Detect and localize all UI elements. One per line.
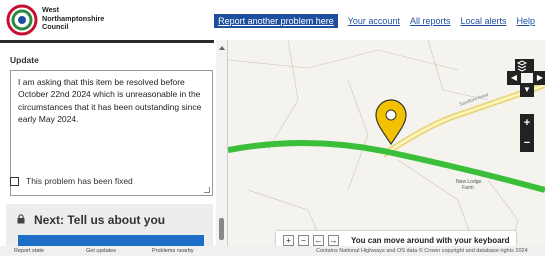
zoom-out-button[interactable]: − — [520, 134, 534, 152]
next-step-box: Next: Tell us about you — [6, 204, 213, 246]
sidebar-top-divider — [0, 40, 214, 43]
next-step-heading: Next: Tell us about you — [34, 213, 166, 227]
site-header: West Northamptonshire Council Report ano… — [0, 0, 545, 40]
problem-fixed-row[interactable]: This problem has been fixed — [10, 175, 133, 187]
council-name[interactable]: West Northamptonshire Council — [42, 5, 162, 32]
continue-button[interactable] — [18, 235, 204, 246]
report-state-link[interactable]: Report state — [14, 248, 44, 254]
map-pin-icon[interactable] — [375, 99, 407, 146]
keyboard-hint-text: You can move around with your keyboard — [351, 235, 510, 245]
key-left-icon: ← — [313, 234, 324, 246]
pan-down-button[interactable]: ▼ — [520, 83, 534, 97]
problem-fixed-label[interactable]: This problem has been fixed — [26, 176, 133, 186]
scroll-up-arrow-icon[interactable] — [219, 46, 225, 50]
help-link[interactable]: Help — [516, 16, 535, 26]
pan-left-button[interactable]: ◀ — [507, 71, 521, 85]
sidebar-panel: Update I am asking that this item be res… — [0, 40, 228, 246]
pan-right-button[interactable]: ▶ — [533, 71, 545, 85]
scroll-thumb[interactable] — [219, 218, 224, 240]
route-line — [228, 139, 545, 193]
report-another-problem-link[interactable]: Report another problem here — [214, 14, 338, 28]
problems-nearby-link[interactable]: Problems nearby — [152, 248, 194, 254]
map-view[interactable]: New Lodge Farm Sandford Road ▲ ◀ ▶ ▼ + − — [228, 40, 545, 256]
lock-icon — [17, 214, 25, 224]
zoom-in-button[interactable]: + — [520, 114, 534, 132]
bottom-bar: Report state Get updates Problems nearby… — [0, 246, 545, 256]
page: West Northamptonshire Council Report ano… — [0, 0, 545, 256]
key-right-icon: → — [328, 234, 339, 246]
layers-icon[interactable] — [515, 59, 529, 73]
place-label-line-2: Farm — [462, 185, 474, 191]
council-name-line-3: Council — [42, 22, 69, 32]
problem-fixed-checkbox[interactable] — [10, 176, 19, 186]
zoom-controls: + − — [520, 114, 534, 152]
key-plus-icon: + — [283, 234, 294, 246]
resize-grip-icon[interactable] — [204, 187, 210, 193]
your-account-link[interactable]: Your account — [348, 16, 400, 26]
map-attribution: Contains National Highways and OS data ©… — [316, 248, 528, 254]
get-updates-link[interactable]: Get updates — [86, 248, 116, 254]
key-minus-icon: − — [298, 234, 309, 246]
local-alerts-link[interactable]: Local alerts — [460, 16, 506, 26]
council-logo-icon[interactable] — [6, 4, 38, 36]
all-reports-link[interactable]: All reports — [410, 16, 451, 26]
main-nav: Report another problem here Your account… — [214, 13, 545, 29]
map-canvas[interactable]: New Lodge Farm Sandford Road — [228, 40, 545, 256]
update-text-value: I am asking that this item be resolved b… — [18, 77, 202, 125]
update-label: Update — [10, 55, 39, 65]
sidebar-scrollbar[interactable] — [216, 40, 227, 246]
